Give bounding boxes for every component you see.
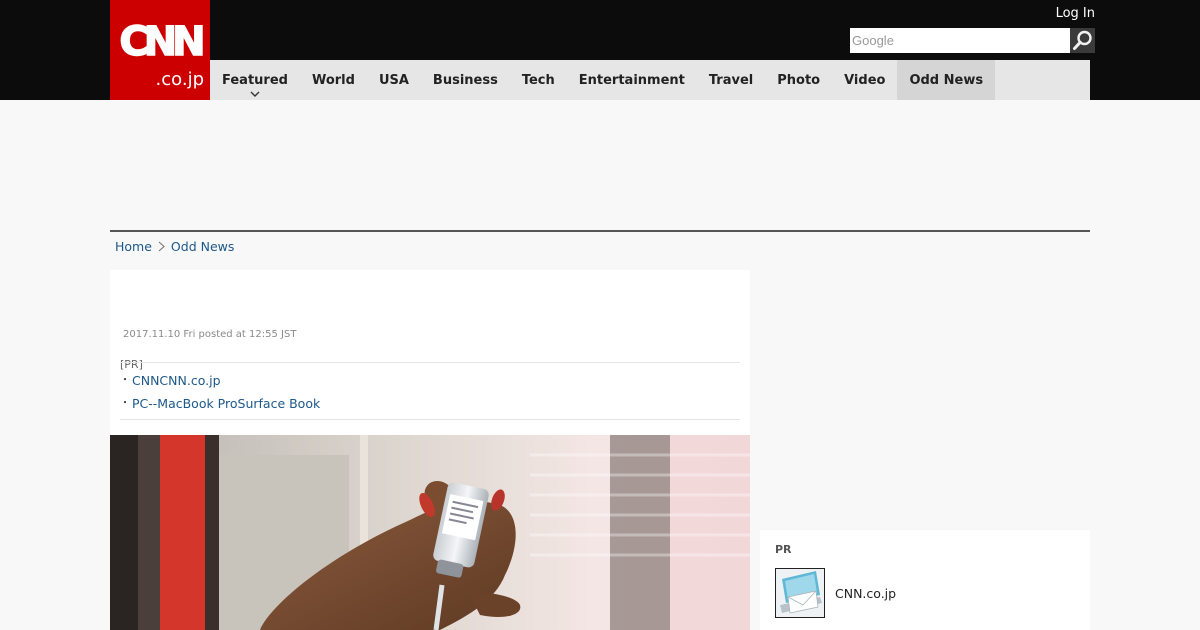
pr-divider-top xyxy=(120,362,740,363)
nav-item-label: World xyxy=(311,72,355,88)
search-button[interactable] xyxy=(1070,28,1095,53)
nav-item-business[interactable]: Business xyxy=(421,60,510,100)
nav-item-label: Odd News xyxy=(909,72,984,88)
pr-link-item: ・ CNNCNN.co.jp xyxy=(120,372,221,390)
sidebar-pr-title: PR xyxy=(775,543,792,556)
sidebar-pr-link[interactable]: CNN.co.jp xyxy=(835,586,896,601)
nav-item-label: Entertainment xyxy=(578,72,685,88)
nav-item-label: Photo xyxy=(777,72,821,88)
cnn-logo[interactable]: CNN .co.jp xyxy=(110,0,210,100)
pr-thumbnail[interactable] xyxy=(775,568,825,618)
nav-item-photo[interactable]: Photo xyxy=(765,60,832,100)
sidebar-pr-box: PR CNN.co.jp xyxy=(760,530,1090,630)
nav-item-label: Business xyxy=(432,72,498,88)
pr-label: [PR] xyxy=(120,358,143,371)
pr-divider-bottom xyxy=(120,419,740,420)
breadcrumb: Home Odd News xyxy=(115,237,234,255)
article-card: 2017.11.10 Fri posted at 12:55 JST [PR] … xyxy=(110,270,750,435)
nav-item-video[interactable]: Video xyxy=(832,60,897,100)
breadcrumb-home[interactable]: Home xyxy=(115,239,152,254)
article-photo xyxy=(110,435,750,630)
nav-item-label: Travel xyxy=(708,72,754,88)
nav-item-tech[interactable]: Tech xyxy=(510,60,567,100)
nav-item-world[interactable]: World xyxy=(300,60,367,100)
search-input[interactable] xyxy=(850,28,1070,53)
section-divider xyxy=(110,230,1090,232)
logo-main-text: CNN xyxy=(119,19,207,65)
pr-link-item: ・ PC--MacBook ProSurface Book xyxy=(120,395,320,413)
nav-item-featured[interactable]: Featured xyxy=(210,60,300,100)
nav-item-entertainment[interactable]: Entertainment xyxy=(567,60,697,100)
search-icon xyxy=(1073,30,1092,50)
pr-link-pc[interactable]: PC--MacBook ProSurface Book xyxy=(132,395,320,413)
article-timestamp: 2017.11.10 Fri posted at 12:55 JST xyxy=(123,329,297,340)
main-nav: Featured World USA Business Tech Entertainmen… xyxy=(210,60,1090,100)
chevron-right-icon xyxy=(158,241,165,252)
nav-item-usa[interactable]: USA xyxy=(367,60,421,100)
nav-item-label: USA xyxy=(378,72,409,88)
pr-link-cnn[interactable]: CNNCNN.co.jp xyxy=(132,372,221,390)
logo-sub-text: .co.jp xyxy=(155,69,204,90)
chevron-down-icon xyxy=(250,91,260,97)
bullet: ・ xyxy=(120,375,130,386)
laptop-mail-icon xyxy=(776,569,824,617)
nav-item-travel[interactable]: Travel xyxy=(697,60,765,100)
nav-item-label: Featured xyxy=(222,72,288,88)
ad-space xyxy=(110,100,1090,230)
nav-item-odd-news[interactable]: Odd News xyxy=(897,60,996,100)
nav-item-label: Tech xyxy=(521,72,555,88)
bullet: ・ xyxy=(120,398,130,409)
breadcrumb-current[interactable]: Odd News xyxy=(171,239,234,254)
nav-item-label: Video xyxy=(844,72,886,88)
login-link[interactable]: Log In xyxy=(1030,5,1095,23)
